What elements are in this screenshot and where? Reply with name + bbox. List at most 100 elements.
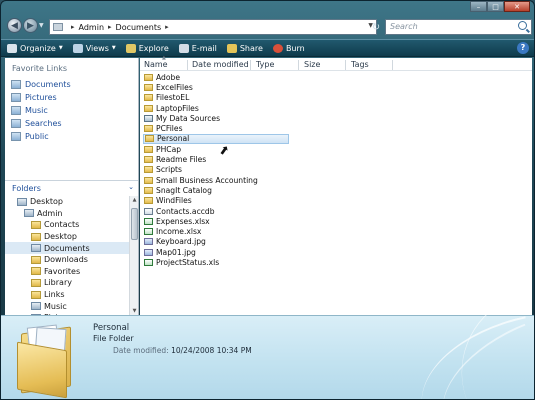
explorer-window: – □ ✕ ◀ ▶ ▼ ▸ Admin ▸ Documents ▸ ▼ ↻ Se… [0, 0, 535, 400]
tree-item-music[interactable]: Music [5, 300, 129, 312]
views-button[interactable]: Views ▼ [72, 43, 116, 53]
folder-icon [144, 145, 153, 153]
file-list-item[interactable]: ProjectStatus.xls [143, 257, 293, 267]
file-name: My Data Sources [156, 113, 221, 123]
tree-item-label: Favorites [44, 266, 81, 276]
file-name: ExcelFiles [156, 82, 193, 92]
spreadsheet-icon [144, 258, 153, 266]
favorite-link-music[interactable]: Music [5, 104, 138, 117]
column-header-date-modified[interactable]: Date modified [192, 60, 249, 69]
column-divider[interactable] [345, 60, 346, 70]
breadcrumb-admin[interactable]: Admin [79, 23, 105, 32]
refresh-button[interactable]: ↻ [369, 19, 383, 35]
database-file-icon [144, 207, 153, 215]
scroll-down-icon[interactable]: ▼ [131, 308, 138, 314]
recent-pages-dropdown[interactable]: ▼ [39, 22, 44, 29]
close-button[interactable]: ✕ [504, 1, 530, 12]
date-modified-label: Date modified: [113, 346, 169, 355]
burn-button[interactable]: Burn [272, 43, 305, 53]
folder-icon [53, 23, 63, 31]
tree-item-label: Desktop [30, 197, 63, 207]
file-list-item[interactable]: My Data Sources [143, 113, 293, 123]
file-name: Expenses.xlsx [156, 216, 210, 226]
column-header-tags[interactable]: Tags [351, 60, 369, 69]
chevron-down-icon[interactable]: ⌄ [128, 183, 134, 191]
folder-list-item[interactable]: Scripts [143, 165, 293, 175]
scrollbar-thumb[interactable] [131, 208, 138, 240]
file-name: LaptopFiles [156, 103, 199, 113]
organize-button[interactable]: Organize ▼ [7, 43, 63, 53]
file-list-item[interactable]: Contacts.accdb [143, 206, 293, 216]
file-list-item[interactable]: Map01.jpg [143, 247, 293, 257]
folder-icon [144, 186, 153, 194]
favorite-link-pictures[interactable]: Pictures [5, 91, 138, 104]
file-name: Small Business Accounting [156, 175, 258, 185]
scroll-up-icon[interactable]: ▲ [131, 197, 138, 203]
folder-list-item[interactable]: WindFiles [143, 196, 293, 206]
tree-item-desktop[interactable]: Desktop [5, 196, 129, 208]
folder-list-item[interactable]: Readme Files [143, 154, 293, 164]
folder-icon [145, 135, 154, 143]
column-divider[interactable] [187, 60, 188, 70]
file-list-item[interactable]: Expenses.xlsx [143, 216, 293, 226]
tree-item-documents[interactable]: Documents [5, 242, 129, 254]
views-label: Views [85, 43, 109, 53]
favorite-link-public[interactable]: Public [5, 130, 138, 143]
tree-item-desktop[interactable]: Desktop [5, 231, 129, 243]
favorite-label: Public [25, 132, 49, 141]
email-button[interactable]: E-mail [178, 43, 217, 53]
tree-item-links[interactable]: Links [5, 289, 129, 301]
folder-tree-scrollbar[interactable]: ▲ ▼ [129, 196, 138, 315]
folder-icon [144, 94, 153, 102]
share-button[interactable]: Share [226, 43, 263, 53]
file-name: Keyboard.jpg [156, 237, 206, 247]
explore-button[interactable]: Explore [125, 43, 169, 53]
column-divider[interactable] [392, 60, 393, 70]
minimize-button[interactable]: – [470, 1, 487, 12]
favorite-link-documents[interactable]: Documents [5, 78, 138, 91]
folder-list-item[interactable]: FilestoEL [143, 93, 293, 103]
folder-list-item[interactable]: PCFiles [143, 123, 293, 133]
search-input[interactable]: Search [385, 19, 532, 35]
file-name: Readme Files [156, 155, 207, 165]
documents-icon [11, 80, 21, 89]
file-list-item[interactable]: Keyboard.jpg [143, 237, 293, 247]
forward-button[interactable]: ▶ [23, 18, 38, 33]
tree-item-label: Desktop [44, 232, 77, 242]
search-icon[interactable] [518, 21, 527, 30]
help-icon[interactable]: ? [517, 42, 529, 54]
details-date-modified: Date modified: 10/24/2008 10:34 PM [113, 346, 252, 355]
explore-icon [125, 43, 136, 53]
address-bar[interactable]: ▸ Admin ▸ Documents ▸ ▼ [49, 19, 377, 35]
tree-item-contacts[interactable]: Contacts [5, 219, 129, 231]
folder-list-item[interactable]: Personal [143, 133, 289, 145]
column-divider[interactable] [250, 60, 251, 70]
tree-item-admin[interactable]: Admin [5, 208, 129, 220]
folders-header[interactable]: Folders ⌄ [5, 180, 138, 196]
maximize-button[interactable]: □ [487, 1, 504, 12]
column-header-name[interactable]: Name [144, 60, 168, 69]
tree-item-library[interactable]: Library [5, 277, 129, 289]
favorite-link-searches[interactable]: Searches [5, 117, 138, 130]
music-icon [11, 106, 21, 115]
tree-item-downloads[interactable]: Downloads [5, 254, 129, 266]
folder-list-item[interactable]: ExcelFiles [143, 82, 293, 92]
folder-list-item[interactable]: LaptopFiles [143, 103, 293, 113]
tree-item-label: Contacts [44, 220, 80, 230]
file-name: Contacts.accdb [156, 206, 215, 216]
spreadsheet-icon [144, 228, 153, 236]
burn-icon [272, 43, 283, 53]
folder-list-item[interactable]: Small Business Accounting [143, 175, 293, 185]
column-header-size[interactable]: Size [304, 60, 320, 69]
file-list-item[interactable]: Income.xlsx [143, 226, 293, 236]
column-header-type[interactable]: Type [256, 60, 274, 69]
folder-icon [144, 176, 153, 184]
folder-list-item[interactable]: Adobe [143, 72, 293, 82]
folder-list-item[interactable]: SnagIt Catalog [143, 185, 293, 195]
file-name: Scripts [156, 165, 182, 175]
mouse-pointer-icon: ⬈ [217, 142, 231, 158]
column-divider[interactable] [298, 60, 299, 70]
breadcrumb-documents[interactable]: Documents [116, 23, 162, 32]
back-button[interactable]: ◀ [7, 18, 22, 33]
tree-item-favorites[interactable]: Favorites [5, 266, 129, 278]
